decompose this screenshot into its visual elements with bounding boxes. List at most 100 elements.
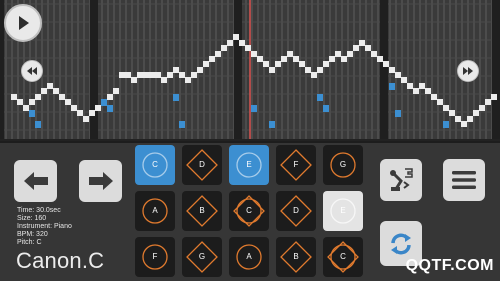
note-block-active — [317, 94, 323, 101]
note-block — [413, 88, 419, 94]
note-label: C — [246, 206, 252, 215]
note-block — [443, 105, 449, 111]
note-block — [491, 94, 497, 100]
note-pad-e[interactable]: E — [229, 145, 269, 185]
note-block — [419, 83, 425, 89]
fast-forward-icon — [463, 67, 473, 75]
note-block — [137, 72, 143, 78]
note-block-active — [389, 83, 395, 90]
note-block — [17, 99, 23, 105]
note-block — [209, 56, 215, 62]
info-size: Size: 160 — [17, 215, 47, 222]
share-icon — [390, 168, 413, 191]
next-button[interactable] — [79, 160, 122, 202]
note-pad-a[interactable]: A — [229, 237, 269, 277]
play-button[interactable] — [4, 4, 42, 42]
note-block — [377, 56, 383, 62]
note-label: A — [246, 252, 252, 261]
note-pad-f[interactable]: F — [135, 237, 175, 277]
note-block — [425, 88, 431, 94]
note-block — [437, 99, 443, 105]
note-pad-c[interactable]: C — [323, 237, 363, 277]
note-pad-b[interactable]: B — [182, 191, 222, 231]
note-block — [41, 88, 47, 94]
note-pad-c[interactable]: C — [229, 191, 269, 231]
rewind-button[interactable] — [21, 60, 43, 82]
note-block — [149, 72, 155, 78]
note-pad-a[interactable]: A — [135, 191, 175, 231]
note-block-active — [107, 105, 113, 112]
note-block — [143, 72, 149, 78]
note-block — [353, 45, 359, 51]
note-label: A — [152, 206, 158, 215]
song-title: Canon.C — [16, 248, 105, 273]
note-block — [263, 61, 269, 67]
note-pad-b[interactable]: B — [276, 237, 316, 277]
note-label: B — [293, 252, 299, 261]
info-time: Time: 30.0sec — [17, 207, 61, 214]
note-block — [65, 99, 71, 105]
note-pad-f[interactable]: F — [276, 145, 316, 185]
note-block — [203, 61, 209, 67]
arrow-right-icon — [88, 172, 113, 190]
note-block — [257, 56, 263, 62]
note-label: C — [340, 252, 346, 261]
note-block — [83, 116, 89, 122]
note-block — [59, 94, 65, 100]
note-block — [77, 110, 83, 116]
note-block — [449, 110, 455, 116]
note-block — [479, 105, 485, 111]
note-block — [155, 72, 161, 78]
note-block — [473, 110, 479, 116]
note-block — [47, 83, 53, 89]
note-block — [89, 110, 95, 116]
note-pad-d[interactable]: D — [182, 145, 222, 185]
note-block — [371, 51, 377, 57]
note-block — [251, 51, 257, 57]
note-block — [455, 116, 461, 122]
note-label: G — [198, 252, 206, 261]
note-pad-g[interactable]: G — [323, 145, 363, 185]
note-block — [299, 61, 305, 67]
watermark: QQTF.COM — [405, 257, 494, 274]
note-pad-e[interactable]: E — [323, 191, 363, 231]
note-pad-g[interactable]: G — [182, 237, 222, 277]
arrow-left-icon — [23, 172, 48, 190]
note-block — [485, 99, 491, 105]
note-block — [383, 61, 389, 67]
note-block-active — [101, 99, 107, 106]
note-block — [227, 40, 233, 46]
note-label: B — [199, 206, 205, 215]
note-block — [359, 40, 365, 46]
note-block — [233, 34, 239, 40]
note-label: D — [293, 206, 299, 215]
note-block — [281, 56, 287, 62]
note-block — [173, 67, 179, 73]
piano-roll[interactable] — [0, 0, 500, 141]
note-block-active — [35, 121, 41, 128]
note-block — [185, 77, 191, 83]
fast-forward-button[interactable] — [457, 60, 479, 82]
share-button[interactable] — [380, 159, 422, 201]
note-pad-d[interactable]: D — [276, 191, 316, 231]
note-block — [395, 72, 401, 78]
note-block — [35, 94, 41, 100]
note-block — [431, 94, 437, 100]
menu-button[interactable] — [443, 159, 485, 201]
note-block — [311, 72, 317, 78]
note-block — [317, 67, 323, 73]
note-block — [191, 72, 197, 78]
note-block — [131, 77, 137, 83]
info-instrument: Instrument: Piano — [17, 223, 72, 230]
note-block — [275, 61, 281, 67]
menu-icon — [452, 171, 476, 189]
note-block-active — [395, 110, 401, 117]
note-block — [167, 72, 173, 78]
note-block-active — [251, 105, 257, 112]
note-block — [287, 51, 293, 57]
note-block — [305, 67, 311, 73]
note-block — [401, 77, 407, 83]
note-pad-c[interactable]: C — [135, 145, 175, 185]
previous-button[interactable] — [14, 160, 57, 202]
note-label: F — [293, 160, 299, 169]
